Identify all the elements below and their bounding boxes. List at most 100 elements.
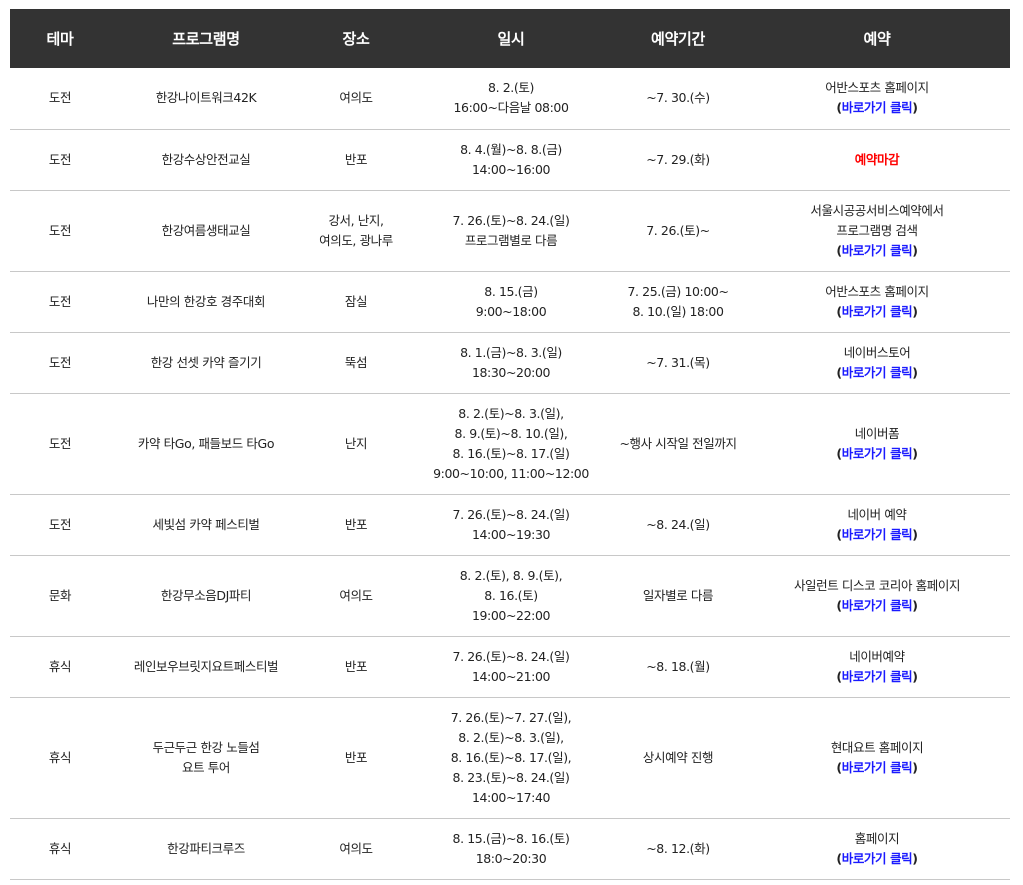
- cell-datetime: 7. 26.(토)~8. 24.(일) 14:00~21:00: [410, 636, 612, 698]
- datetime-line: 14:00~17:40: [471, 789, 551, 805]
- booking-period-line: ~8. 24.(일): [646, 516, 710, 532]
- table-row: 도전 한강수상안전교실 반포 8. 4.(월)~8. 8.(금) 14:00~16:00…: [10, 129, 1010, 191]
- program-name-line: 한강파티크루즈: [167, 840, 245, 856]
- cell-place: 반포: [302, 494, 410, 556]
- cell-place: 반포: [302, 129, 410, 191]
- booking-link-wrapper: (바로가기 클릭): [746, 596, 1008, 616]
- cell-datetime: 8. 2.(토), 8. 9.(토), 8. 16.(토) 19:00~22:00: [410, 555, 612, 637]
- cell-datetime: 7. 26.(토)~8. 24.(일) 14:00~19:30: [410, 494, 612, 556]
- cell-program-name: 카약 타Go, 패들보드 타Go: [110, 393, 302, 495]
- booking-link-wrapper: (바로가기 클릭): [746, 758, 1008, 778]
- datetime-line: 8. 15.(금)~8. 16.(토): [452, 830, 570, 846]
- booking-link[interactable]: 바로가기 클릭: [842, 760, 913, 775]
- cell-datetime: 8. 2.(토) 16:00~다음날 08:00: [410, 68, 612, 130]
- program-name-line: 세빛섬 카약 페스티벌: [152, 516, 260, 532]
- cell-program-name: 나만의 한강호 경주대회: [110, 271, 302, 333]
- datetime-line: 8. 2.(토)~8. 3.(일),: [458, 405, 564, 421]
- place-line: 반포: [344, 658, 368, 674]
- place-line: 뚝섬: [344, 354, 368, 370]
- cell-booking: 어반스포츠 홈페이지 (바로가기 클릭): [744, 271, 1010, 333]
- datetime-line: 9:00~18:00: [475, 303, 547, 319]
- booking-period-line: ~8. 12.(화): [646, 840, 710, 856]
- paren-close: ): [912, 597, 918, 613]
- datetime-line: 14:00~19:30: [471, 526, 551, 542]
- cell-booking-period: ~7. 30.(수): [612, 68, 744, 130]
- cell-booking-period: ~8. 12.(화): [612, 818, 744, 880]
- cell-place: 여의도: [302, 818, 410, 880]
- header-booking: 예약: [744, 9, 1010, 68]
- booking-link[interactable]: 바로가기 클릭: [842, 851, 913, 866]
- booking-period-line: 8. 10.(일) 18:00: [632, 303, 724, 319]
- cell-program-name: 한강파티크루즈: [110, 818, 302, 880]
- booking-closed-label: 예약마감: [854, 151, 900, 167]
- table-header-row: 테마 프로그램명 장소 일시 예약기간 예약: [10, 9, 1010, 68]
- datetime-line: 9:00~10:00, 11:00~12:00: [433, 465, 589, 481]
- cell-program-name: 레인보우브릿지요트페스티벌: [110, 636, 302, 698]
- table-row: 도전 세빛섬 카약 페스티벌 반포 7. 26.(토)~8. 24.(일) 14:00~…: [10, 494, 1010, 556]
- cell-theme: 문화: [10, 555, 110, 637]
- cell-place: 반포: [302, 697, 410, 819]
- datetime-line: 8. 1.(금)~8. 3.(일): [460, 344, 562, 360]
- cell-place: 난지: [302, 393, 410, 495]
- booking-method-line: 어반스포츠 홈페이지: [825, 80, 929, 96]
- datetime-line: 8. 16.(토)~8. 17.(일): [452, 445, 570, 461]
- place-line: 강서, 난지,: [328, 212, 384, 228]
- cell-booking-period: ~7. 29.(화): [612, 129, 744, 191]
- paren-close: ): [912, 364, 918, 380]
- paren-close: ): [912, 445, 918, 461]
- booking-method-line: 서울시공공서비스예약에서: [810, 202, 944, 218]
- cell-datetime: 8. 15.(금) 9:00~18:00: [410, 271, 612, 333]
- cell-datetime: 8. 4.(월)~8. 8.(금) 14:00~16:00: [410, 129, 612, 191]
- booking-link[interactable]: 바로가기 클릭: [842, 598, 913, 613]
- booking-link[interactable]: 바로가기 클릭: [842, 365, 913, 380]
- cell-theme: 도전: [10, 393, 110, 495]
- cell-datetime: 7. 26.(토)~7. 27.(일), 8. 2.(토)~8. 3.(일), 8.…: [410, 697, 612, 819]
- cell-program-name: 한강 선셋 카약 즐기기: [110, 332, 302, 394]
- program-name-line: 두근두근 한강 노들섬: [152, 739, 260, 755]
- booking-method-line: 네이버예약: [849, 648, 905, 664]
- datetime-line: 14:00~16:00: [471, 161, 551, 177]
- cell-program-name: 세빛섬 카약 페스티벌: [110, 494, 302, 556]
- datetime-line: 8. 16.(토)~8. 17.(일),: [450, 749, 572, 765]
- cell-booking: 홈페이지 (바로가기 클릭): [744, 818, 1010, 880]
- booking-link-wrapper: (바로가기 클릭): [746, 525, 1008, 545]
- table-row: 휴식 레인보우브릿지요트페스티벌 반포 7. 26.(토)~8. 24.(일) 14:0…: [10, 636, 1010, 698]
- place-line: 여의도: [339, 587, 373, 603]
- booking-link[interactable]: 바로가기 클릭: [842, 243, 913, 258]
- booking-link-wrapper: (바로가기 클릭): [746, 444, 1008, 464]
- cell-theme: 도전: [10, 129, 110, 191]
- cell-booking: 사일런트 디스코 코리아 홈페이지 (바로가기 클릭): [744, 555, 1010, 637]
- booking-period-line: ~8. 18.(월): [646, 658, 710, 674]
- program-name-line: 한강무소음DJ파티: [160, 587, 252, 603]
- cell-booking-period: ~8. 18.(월): [612, 636, 744, 698]
- paren-close: ): [912, 668, 918, 684]
- cell-booking: 현대요트 홈페이지 (바로가기 클릭): [744, 697, 1010, 819]
- cell-program-name: 한강수상안전교실: [110, 129, 302, 191]
- datetime-line: 8. 23.(토)~8. 24.(일): [452, 769, 570, 785]
- cell-program-name: 두근두근 한강 노들섬 요트 투어: [110, 697, 302, 819]
- booking-method-line: 어반스포츠 홈페이지: [825, 283, 929, 299]
- datetime-line: 19:00~22:00: [471, 607, 551, 623]
- cell-booking-period: ~7. 31.(목): [612, 332, 744, 394]
- place-line: 여의도, 광나루: [319, 232, 393, 248]
- booking-link[interactable]: 바로가기 클릭: [842, 100, 913, 115]
- booking-link[interactable]: 바로가기 클릭: [842, 304, 913, 319]
- cell-booking: 서울시공공서비스예약에서 프로그램명 검색 (바로가기 클릭): [744, 190, 1010, 272]
- datetime-line: 8. 4.(월)~8. 8.(금): [460, 141, 562, 157]
- datetime-line: 8. 9.(토)~8. 10.(일),: [454, 425, 568, 441]
- paren-close: ): [912, 759, 918, 775]
- booking-link[interactable]: 바로가기 클릭: [842, 446, 913, 461]
- booking-link-wrapper: (바로가기 클릭): [746, 667, 1008, 687]
- table-row: 도전 카약 타Go, 패들보드 타Go 난지 8. 2.(토)~8. 3.(일), 8.…: [10, 393, 1010, 495]
- booking-link[interactable]: 바로가기 클릭: [842, 669, 913, 684]
- table-row: 휴식 두근두근 한강 노들섬 요트 투어 반포 7. 26.(토)~7. 27.(일),…: [10, 697, 1010, 819]
- program-name-line: 한강여름생태교실: [161, 222, 251, 238]
- datetime-line: 7. 26.(토)~8. 24.(일): [452, 212, 570, 228]
- booking-link[interactable]: 바로가기 클릭: [842, 527, 913, 542]
- program-table-container: 테마 프로그램명 장소 일시 예약기간 예약 도전 한강나이트워크42K 여의도 8.…: [10, 9, 1010, 880]
- paren-close: ): [912, 850, 918, 866]
- cell-booking: 네이버폼 (바로가기 클릭): [744, 393, 1010, 495]
- table-row: 도전 한강나이트워크42K 여의도 8. 2.(토) 16:00~다음날 08:00 ~7…: [10, 68, 1010, 130]
- cell-booking: 네이버스토어 (바로가기 클릭): [744, 332, 1010, 394]
- header-theme: 테마: [10, 9, 110, 68]
